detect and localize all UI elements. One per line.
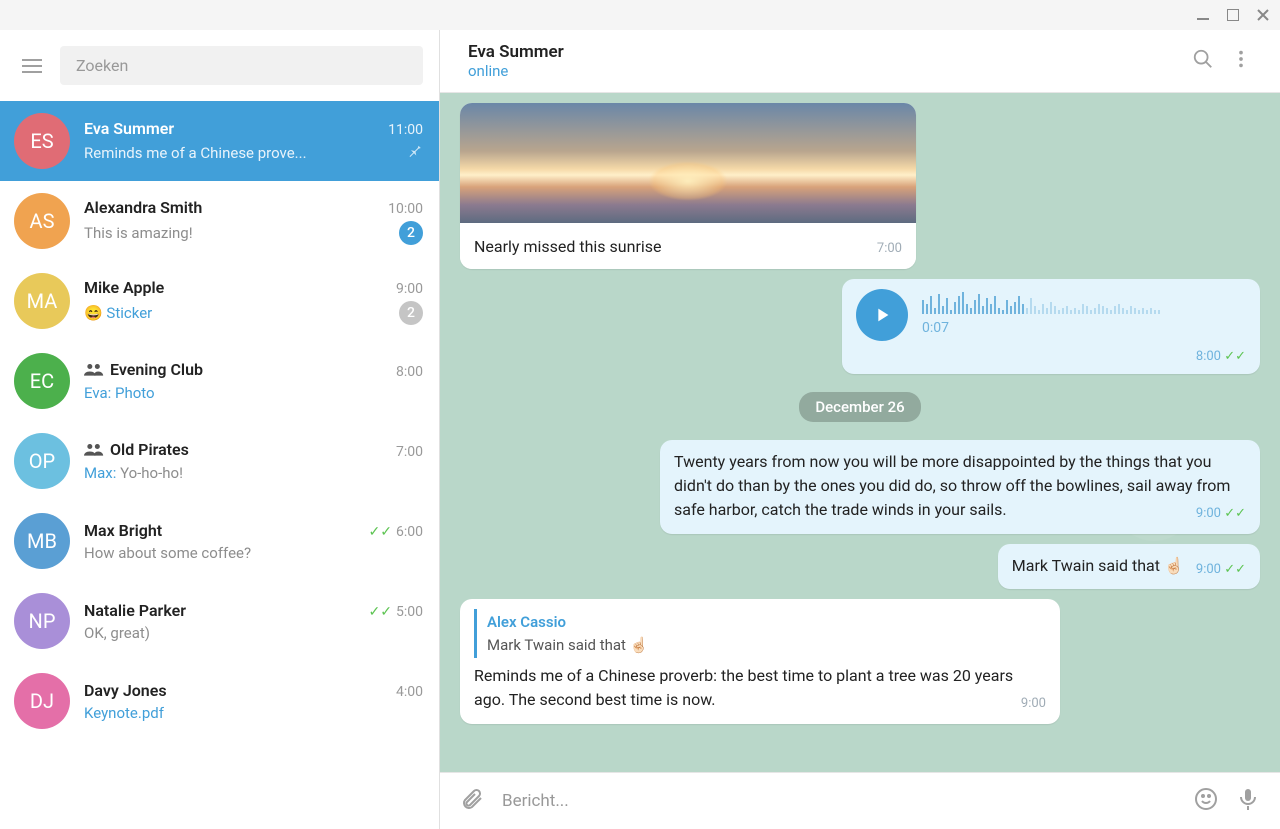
preview-link: Sticker bbox=[106, 304, 152, 322]
chat-item[interactable]: NPNatalie Parker✓✓ 5:00OK, great) bbox=[0, 581, 439, 661]
message-reply[interactable]: Alex Cassio Mark Twain said that ☝🏻 Remi… bbox=[460, 599, 1060, 724]
messages-area[interactable]: Nearly missed this sunrise 7:00 bbox=[440, 93, 1280, 772]
close-button[interactable] bbox=[1256, 8, 1270, 22]
microphone-icon[interactable] bbox=[1236, 787, 1260, 815]
message-text[interactable]: Mark Twain said that ☝🏻 9:00 ✓✓ bbox=[998, 544, 1260, 590]
chat-name-text: Evening Club bbox=[110, 360, 203, 379]
avatar[interactable]: DJ bbox=[14, 673, 70, 729]
avatar[interactable]: NP bbox=[14, 593, 70, 649]
chat-header-status: online bbox=[468, 62, 1184, 80]
chat-time: 11:00 bbox=[388, 122, 423, 138]
hand-emoji: ☝🏻 bbox=[1164, 556, 1184, 575]
chat-name-text: Davy Jones bbox=[84, 681, 167, 700]
chat-time: 4:00 bbox=[396, 684, 423, 700]
search-icon[interactable] bbox=[1184, 40, 1222, 82]
message-photo[interactable]: Nearly missed this sunrise 7:00 bbox=[460, 103, 916, 269]
sidebar: Zoeken ESEva Summer11:00Reminds me of a … bbox=[0, 30, 440, 829]
preview-sender: Eva: bbox=[84, 384, 115, 402]
unread-badge: 2 bbox=[399, 221, 423, 245]
chat-list[interactable]: ESEva Summer11:00Reminds me of a Chinese… bbox=[0, 101, 439, 829]
emoji-icon[interactable] bbox=[1194, 787, 1218, 815]
chat-header: Eva Summer online bbox=[440, 30, 1280, 93]
message-time: 9:00 ✓✓ bbox=[1196, 560, 1246, 580]
chat-time: 9:00 bbox=[396, 281, 423, 297]
play-icon[interactable] bbox=[856, 289, 908, 341]
message-voice[interactable]: 0:07 8:00 ✓✓ bbox=[842, 279, 1260, 375]
avatar[interactable]: OP bbox=[14, 433, 70, 489]
chat-item[interactable]: MBMax Bright✓✓ 6:00How about some coffee… bbox=[0, 501, 439, 581]
voice-waveform[interactable] bbox=[922, 290, 1246, 314]
chat-item[interactable]: ESEva Summer11:00Reminds me of a Chinese… bbox=[0, 101, 439, 181]
emoji-icon: 😄 bbox=[84, 304, 103, 322]
chat-time: 7:00 bbox=[396, 444, 423, 460]
pin-icon bbox=[405, 145, 423, 164]
avatar[interactable]: MA bbox=[14, 273, 70, 329]
message-text[interactable]: Twenty years from now you will be more d… bbox=[660, 440, 1260, 534]
chat-item[interactable]: MA Mike Apple 9:00 😄 Sticker 2 bbox=[0, 261, 439, 341]
date-separator: December 26 bbox=[460, 392, 1260, 422]
minimize-button[interactable] bbox=[1196, 8, 1210, 22]
chat-name-text: Mike Apple bbox=[84, 278, 164, 297]
chat-time: 6:00 bbox=[396, 524, 423, 540]
read-checks-icon: ✓✓ bbox=[369, 524, 392, 540]
attach-icon[interactable] bbox=[460, 787, 484, 815]
message-time: 9:00 bbox=[1021, 694, 1046, 714]
chat-item[interactable]: EC Evening Club 8:00 Eva: Photo bbox=[0, 341, 439, 421]
photo-caption-text: Nearly missed this sunrise bbox=[474, 235, 662, 259]
avatar[interactable]: MB bbox=[14, 513, 70, 569]
more-icon[interactable] bbox=[1222, 40, 1260, 82]
avatar[interactable]: AS bbox=[14, 193, 70, 249]
search-input[interactable]: Zoeken bbox=[60, 46, 423, 85]
group-icon bbox=[84, 362, 104, 376]
preview-link: Photo bbox=[115, 384, 155, 402]
message-time: 7:00 bbox=[877, 239, 902, 259]
avatar[interactable]: ES bbox=[14, 113, 70, 169]
chat-name-text: Eva Summer bbox=[84, 119, 174, 138]
reply-sender: Alex Cassio bbox=[487, 611, 1036, 634]
read-checks-icon: ✓✓ bbox=[369, 604, 392, 620]
reply-quote[interactable]: Alex Cassio Mark Twain said that ☝🏻 bbox=[474, 609, 1046, 658]
window-titlebar bbox=[0, 0, 1280, 30]
chat-time: 10:00 bbox=[388, 201, 423, 217]
message-time: 9:00 ✓✓ bbox=[1196, 504, 1246, 524]
preview-sender: Max: bbox=[84, 464, 120, 482]
voice-duration: 0:07 bbox=[922, 318, 1246, 339]
chat-item[interactable]: OPOld Pirates7:00Max: Yo-ho-ho! bbox=[0, 421, 439, 501]
chat-time: 8:00 bbox=[396, 364, 423, 380]
maximize-button[interactable] bbox=[1226, 8, 1240, 22]
chat-name-text: Natalie Parker bbox=[84, 601, 186, 620]
chat-header-name[interactable]: Eva Summer bbox=[468, 42, 1184, 62]
chat-name-text: Old Pirates bbox=[110, 440, 189, 459]
message-time: 8:00 ✓✓ bbox=[1196, 347, 1246, 367]
sunrise-photo[interactable] bbox=[460, 103, 916, 223]
chat-name-text: Alexandra Smith bbox=[84, 198, 202, 217]
read-checks-icon: ✓✓ bbox=[1224, 349, 1246, 364]
read-checks-icon: ✓✓ bbox=[1224, 506, 1246, 521]
chat-name-text: Max Bright bbox=[84, 521, 162, 540]
group-icon bbox=[84, 442, 104, 456]
chat-item[interactable]: DJ Davy Jones 4:00 Keynote.pdf bbox=[0, 661, 439, 741]
avatar[interactable]: EC bbox=[14, 353, 70, 409]
read-checks-icon: ✓✓ bbox=[1224, 562, 1246, 577]
menu-icon[interactable] bbox=[22, 59, 42, 73]
preview-link: Keynote.pdf bbox=[84, 704, 164, 722]
chat-time: 5:00 bbox=[396, 604, 423, 620]
compose-bar: Bericht... bbox=[440, 772, 1280, 829]
unread-badge: 2 bbox=[399, 301, 423, 325]
message-input[interactable]: Bericht... bbox=[502, 791, 1176, 811]
chat-item[interactable]: ASAlexandra Smith10:00This is amazing!2 bbox=[0, 181, 439, 261]
